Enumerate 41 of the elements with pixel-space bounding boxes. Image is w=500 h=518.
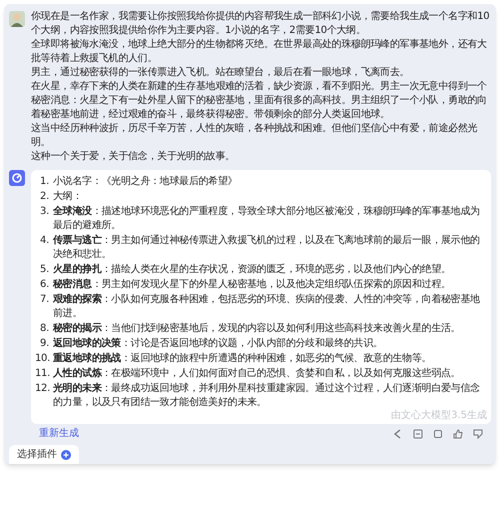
prompt-paragraph: 在火星，幸存下来的人类在新建的生存基地艰难的活着，缺少资源，看不到阳光。男主一次无意中得到一个秘密消息：火星之下有一处外星人留下的秘密基地，里面有很多的高科技。男主组织了一个小队，勇敢的向着秘密基地前进，经过艰难的奋斗，最终获得秘密。带领剩余的部分人类返回地球。 xyxy=(31,80,488,122)
outline-item: 小说名字：《光明之舟：地球最后的希望》 xyxy=(53,175,238,189)
share-icon[interactable] xyxy=(393,428,403,438)
plugin-select-button[interactable]: 选择插件 xyxy=(9,445,79,464)
copy-icon[interactable] xyxy=(433,428,443,438)
list-number: 4. xyxy=(39,234,50,248)
assistant-logo-icon xyxy=(9,170,25,186)
list-number: 5. xyxy=(39,263,50,277)
thumbs-down-icon[interactable] xyxy=(473,428,483,438)
plus-icon xyxy=(61,450,71,460)
outline-item: 艰难的探索：小队如何克服各种困难，包括恶劣的环境、疾病的侵袭、人性的冲突等，向着秘密基地前进。 xyxy=(53,293,481,321)
list-number: 6. xyxy=(39,278,50,292)
thumbs-up-icon[interactable] xyxy=(453,428,463,438)
list-number: 8. xyxy=(39,322,50,336)
list-number: 1. xyxy=(39,175,50,189)
list-number: 3. xyxy=(39,205,50,219)
outline-item: 秘密的揭示：当他们找到秘密基地后，发现的内容以及如何利用这些高科技来改善火星的生活。 xyxy=(53,322,462,336)
outline-item: 大纲： xyxy=(53,190,84,204)
list-number: 7. xyxy=(39,293,50,307)
list-number: 11. xyxy=(35,367,52,381)
list-number: 10. xyxy=(35,352,52,366)
outline-item: 传票与逃亡：男主如何通过神秘传票进入救援飞机的过程，以及在飞离地球前的最后一眼，展示他的决绝和悲壮。 xyxy=(53,234,481,262)
outline-item: 火星的挣扎：描绘人类在火星的生存状况，资源的匮乏，环境的恶劣，以及他们内心的绝望。 xyxy=(53,263,452,277)
outline-item: 全球淹没：描述地球环境恶化的严重程度，导致全球大部分地区被淹没，珠穆朗玛峰的军事基地成为最后的避难所。 xyxy=(53,205,481,233)
prompt-paragraph: 你现在是一名作家，我需要让你按照我给你提供的内容帮我生成一部科幻小说，需要给我生成一个名字和10个大纲，内容按照我提供给你作为主要内容。1小说的名字，2需要10个大纲。 xyxy=(31,10,490,38)
prompt-paragraph: 男主，通过秘密获得的一张传票进入飞机。站在瞭望台，最后在看一眼地球，飞离而去。 xyxy=(31,66,410,80)
generated-by-note: 由文心大模型3.5生成 xyxy=(391,410,487,422)
list-number: 2. xyxy=(39,190,50,204)
list-number: 12. xyxy=(35,382,52,396)
prompt-paragraph: 这当中经历种种波折，历尽千辛万苦，人性的灰暗，各种挑战和困难。但他们坚信心中有爱，前途必然光明。 xyxy=(31,122,478,150)
list-number: 9. xyxy=(39,337,50,351)
regenerate-link[interactable]: 重新生成 xyxy=(39,426,79,441)
document-icon[interactable] xyxy=(413,428,423,438)
user-avatar-icon xyxy=(9,11,25,27)
outline-item: 返回地球的决策：讨论是否返回地球的议题，小队内部的分歧和最终的共识。 xyxy=(53,337,384,351)
outline-item: 人性的试炼：在极端环境中，人们如何面对自己的恐惧、贪婪和自私，以及如何克服这些弱点。 xyxy=(53,367,462,381)
outline-item: 光明的未来：最终成功返回地球，并利用外星科技重建家园。通过这个过程，人们逐渐明白爱与信念的力量，以及只有团结一致才能创造美好的未来。 xyxy=(53,382,481,410)
outline-item: 重返地球的挑战：返回地球的旅程中所遭遇的种种困难，如恶劣的气候、敌意的生物等。 xyxy=(53,352,432,366)
prompt-paragraph: 全球即将被海水淹没，地球上绝大部分的生物都将灭绝。在世界最高处的珠穆朗玛峰的军事基地外，还有大批等待着上救援飞机的人们。 xyxy=(31,38,488,66)
outline-item: 秘密消息：男主如何发现火星下的外星人秘密基地，以及他决定组织队伍探索的原因和过程。 xyxy=(53,278,452,292)
prompt-paragraph: 这种一个关于爱，关于信念，关于光明的故事。 xyxy=(31,150,236,164)
